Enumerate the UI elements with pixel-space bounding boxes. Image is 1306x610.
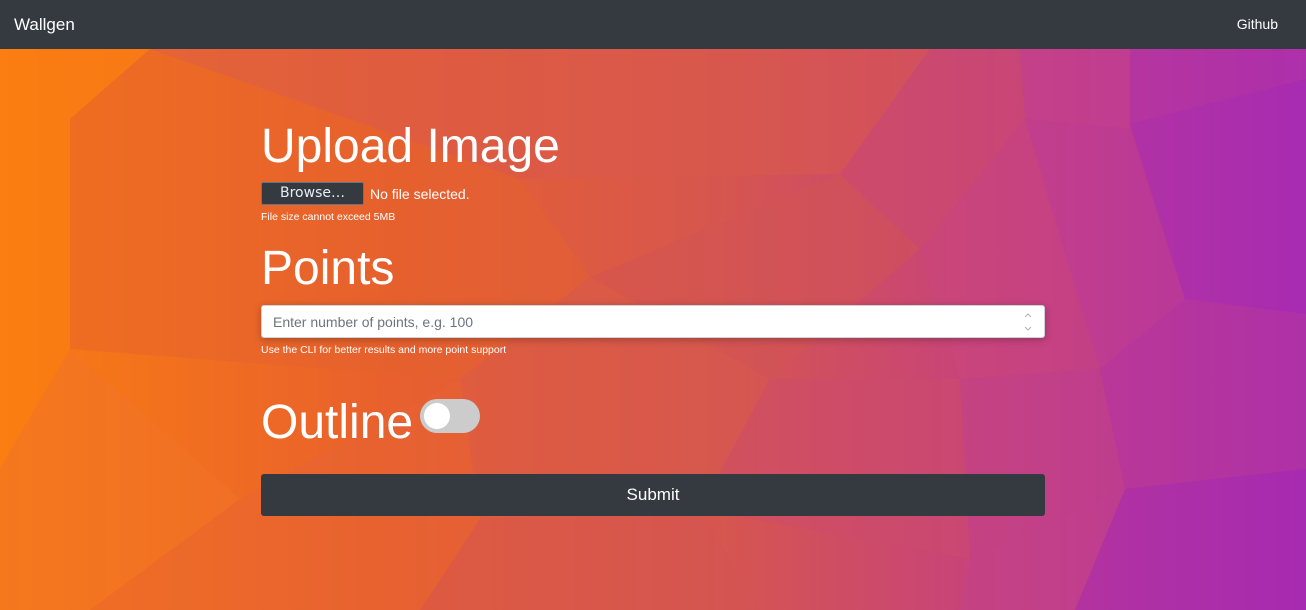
outline-toggle[interactable] — [420, 399, 480, 433]
number-spinner-icon[interactable] — [1024, 312, 1032, 332]
navbar: Wallgen Github — [0, 0, 1306, 49]
github-link[interactable]: Github — [1237, 16, 1278, 32]
toggle-knob — [424, 403, 450, 429]
upload-image-heading: Upload Image — [261, 120, 560, 173]
submit-button[interactable]: Submit — [261, 474, 1045, 516]
outline-heading: Outline — [261, 396, 414, 449]
browse-button[interactable]: Browse… — [261, 182, 364, 205]
brand-link[interactable]: Wallgen — [14, 15, 75, 35]
points-placeholder: Enter number of points, e.g. 100 — [273, 314, 474, 330]
points-help: Use the CLI for better results and more … — [261, 344, 507, 356]
file-size-help: File size cannot exceed 5MB — [261, 211, 396, 223]
file-input[interactable]: Browse… No file selected. — [261, 182, 470, 205]
points-input[interactable]: Enter number of points, e.g. 100 — [261, 305, 1045, 338]
points-heading: Points — [261, 242, 395, 295]
file-status-text: No file selected. — [370, 185, 470, 202]
